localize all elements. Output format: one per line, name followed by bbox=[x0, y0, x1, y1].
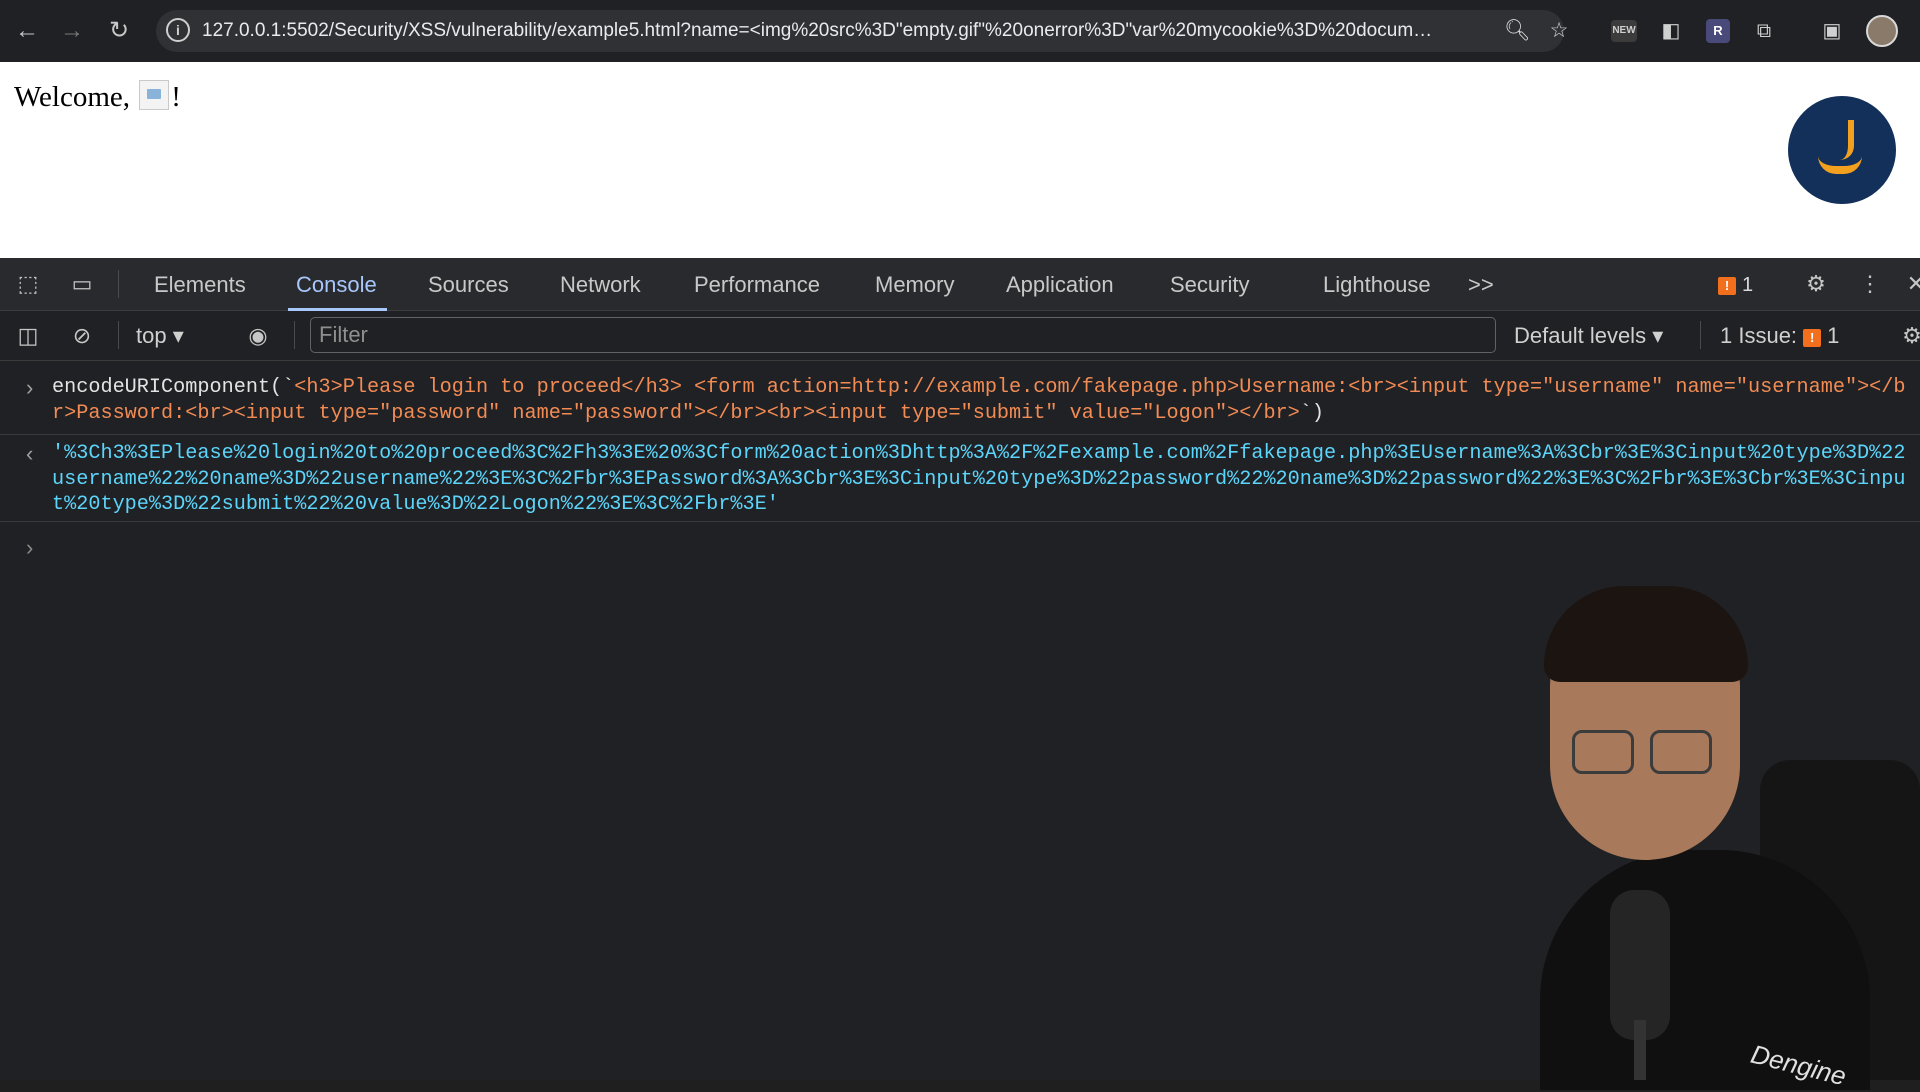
chevron-down-icon: ▾ bbox=[172, 323, 184, 348]
profile-avatar[interactable] bbox=[1866, 15, 1898, 47]
welcome-suffix: ! bbox=[171, 81, 181, 113]
console-input-code[interactable]: encodeURIComponent(`<h3>Please login to … bbox=[52, 375, 1910, 426]
tab-performance[interactable]: Performance bbox=[694, 258, 820, 311]
issue-flag-icon: ! bbox=[1803, 329, 1822, 347]
issues-label: 1 Issue: bbox=[1720, 323, 1798, 348]
microphone bbox=[1610, 890, 1670, 1040]
issues-badge[interactable]: ! 1 bbox=[1718, 272, 1753, 298]
browser-toolbar: ← → ↻ i 127.0.0.1:5502/Security/XSS/vuln… bbox=[0, 0, 1920, 62]
live-expression-eye-icon[interactable]: ◉ bbox=[242, 320, 274, 352]
forward-icon[interactable]: → bbox=[55, 14, 89, 48]
filter-input[interactable] bbox=[319, 322, 1479, 348]
toolbar-divider bbox=[118, 321, 119, 349]
inspect-element-icon[interactable]: ⬚ bbox=[12, 268, 44, 300]
tab-application[interactable]: Application bbox=[1006, 258, 1114, 311]
sidebar-toggle-icon[interactable]: ◫ bbox=[12, 320, 44, 352]
address-url[interactable]: 127.0.0.1:5502/Security/XSS/vulnerabilit… bbox=[202, 20, 1442, 42]
tab-sources[interactable]: Sources bbox=[428, 258, 509, 311]
tab-lighthouse[interactable]: Lighthouse bbox=[1323, 258, 1431, 311]
issues-badge-count: 1 bbox=[1742, 274, 1754, 296]
context-select[interactable]: top ▾ bbox=[136, 322, 184, 350]
presenter-webcam-overlay: Dengine bbox=[1480, 580, 1920, 1091]
extension-new-icon[interactable]: NEW bbox=[1611, 20, 1637, 42]
input-string-arg: <h3>Please login to proceed</h3> <form a… bbox=[52, 376, 1906, 425]
settings-gear-icon[interactable]: ⚙ bbox=[1800, 268, 1832, 300]
entry-divider bbox=[0, 434, 1920, 435]
default-levels-dropdown[interactable]: Default levels ▾ bbox=[1514, 322, 1663, 350]
tab-security[interactable]: Security bbox=[1170, 258, 1249, 311]
zoom-icon[interactable]: 🔍︎ bbox=[1504, 18, 1531, 44]
toolbar-divider bbox=[1700, 321, 1701, 349]
back-icon[interactable]: ← bbox=[10, 14, 44, 48]
glasses-lens-right bbox=[1650, 730, 1712, 774]
extension-r-icon[interactable]: R bbox=[1706, 19, 1730, 43]
input-close: `) bbox=[1299, 401, 1325, 425]
entry-divider bbox=[0, 521, 1920, 522]
console-result-string[interactable]: '%3Ch3%3EPlease%20login%20to%20proceed%3… bbox=[52, 441, 1910, 518]
issues-count: 1 bbox=[1827, 323, 1840, 348]
extensions-puzzle-icon[interactable]: ⧉ bbox=[1748, 15, 1780, 47]
extension-c-icon[interactable]: ◧ bbox=[1655, 15, 1687, 47]
input-chevron-icon: › bbox=[26, 375, 34, 400]
console-settings-gear-icon[interactable]: ⚙ bbox=[1896, 320, 1920, 352]
filter-field[interactable] bbox=[310, 317, 1496, 353]
device-toolbar-icon[interactable]: ▭ bbox=[66, 268, 98, 300]
welcome-text: Welcome, bbox=[14, 81, 131, 113]
glasses-lens-left bbox=[1572, 730, 1634, 774]
prompt-chevron-icon: › bbox=[26, 535, 34, 560]
chevron-down-icon: ▾ bbox=[1652, 323, 1664, 348]
tab-console[interactable]: Console bbox=[288, 258, 387, 311]
tab-network[interactable]: Network bbox=[560, 258, 641, 311]
broken-image-icon bbox=[139, 80, 170, 110]
tab-memory[interactable]: Memory bbox=[875, 258, 954, 311]
address-bar[interactable]: i 127.0.0.1:5502/Security/XSS/vulnerabil… bbox=[156, 10, 1568, 52]
clear-console-icon[interactable]: ⊘ bbox=[66, 320, 98, 352]
tab-elements[interactable]: Elements bbox=[154, 258, 246, 311]
mic-stand bbox=[1634, 1020, 1646, 1080]
input-function: encodeURIComponent(` bbox=[52, 376, 295, 399]
default-levels-label: Default levels bbox=[1514, 323, 1647, 348]
result-chevron-icon: ‹ bbox=[26, 441, 34, 466]
site-info-icon[interactable]: i bbox=[166, 18, 190, 42]
reload-icon[interactable]: ↻ bbox=[102, 14, 136, 48]
presenter-hair bbox=[1544, 586, 1748, 682]
more-options-icon[interactable]: ⋮ bbox=[1854, 268, 1886, 300]
bookmark-star-icon[interactable]: ☆ bbox=[1546, 18, 1572, 44]
close-devtools-icon[interactable]: ✕ bbox=[1900, 268, 1920, 300]
page-viewport: Welcome, ! bbox=[0, 62, 1920, 258]
issue-flag-icon: ! bbox=[1718, 277, 1736, 295]
tabbar-divider bbox=[118, 270, 119, 298]
more-tabs-chevron-icon[interactable]: >> bbox=[1468, 258, 1494, 311]
welcome-message: Welcome, ! bbox=[14, 80, 181, 114]
context-value: top bbox=[136, 323, 167, 348]
devtools-tabbar: ⬚ ▭ Elements Console Sources Network Per… bbox=[0, 258, 1920, 311]
side-panel-icon[interactable]: ▣ bbox=[1816, 15, 1848, 47]
issues-link[interactable]: 1 Issue: ! 1 bbox=[1720, 322, 1839, 350]
channel-logo bbox=[1788, 96, 1896, 204]
console-toolbar: ◫ ⊘ top ▾ ◉ Default levels ▾ 1 Issue: !1… bbox=[0, 311, 1920, 361]
toolbar-divider bbox=[294, 321, 295, 349]
